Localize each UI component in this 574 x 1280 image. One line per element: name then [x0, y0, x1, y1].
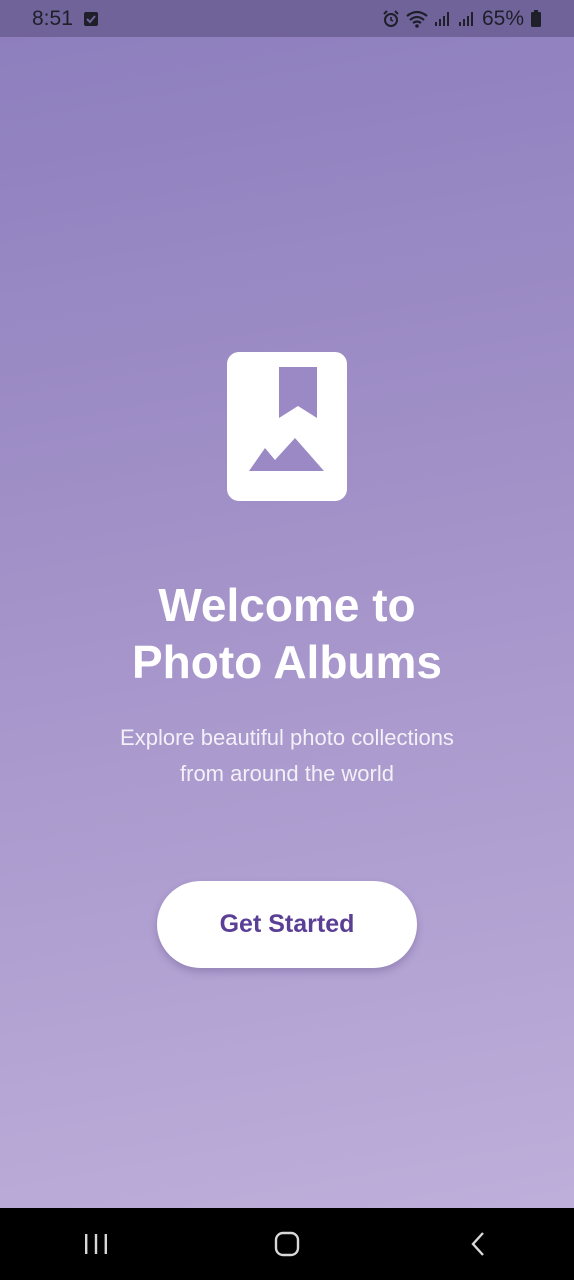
- status-left: 8:51: [32, 7, 99, 31]
- signal-icon: [434, 11, 452, 27]
- alarm-icon: [382, 9, 400, 28]
- welcome-screen: 8:51 65% Welcome to Photo Albums Explore…: [0, 0, 574, 1280]
- recents-icon[interactable]: [56, 1214, 136, 1274]
- subtitle-line-2: from around the world: [180, 761, 394, 786]
- check-box-icon: [83, 11, 99, 27]
- home-icon[interactable]: [247, 1214, 327, 1274]
- bookmark-photo-icon: [227, 352, 347, 501]
- title-line-2: Photo Albums: [131, 636, 443, 688]
- status-right: 65%: [382, 7, 542, 31]
- get-started-button[interactable]: Get Started: [157, 881, 417, 968]
- page-title: Welcome to Photo Albums: [0, 577, 574, 691]
- system-nav-bar: [0, 1208, 574, 1280]
- wifi-icon: [406, 10, 428, 28]
- battery-level: 65%: [481, 6, 524, 30]
- title-line-1: Welcome to: [158, 579, 416, 631]
- status-time: 8:51: [32, 6, 73, 30]
- status-bar: 8:51 65%: [0, 0, 574, 37]
- subtitle-line-1: Explore beautiful photo collections: [120, 725, 454, 750]
- signal-icon: [458, 11, 476, 27]
- battery-icon: [530, 9, 542, 28]
- page-subtitle: Explore beautiful photo collections from…: [0, 720, 574, 792]
- back-icon[interactable]: [438, 1214, 518, 1274]
- welcome-content: Welcome to Photo Albums Explore beautifu…: [0, 37, 574, 1208]
